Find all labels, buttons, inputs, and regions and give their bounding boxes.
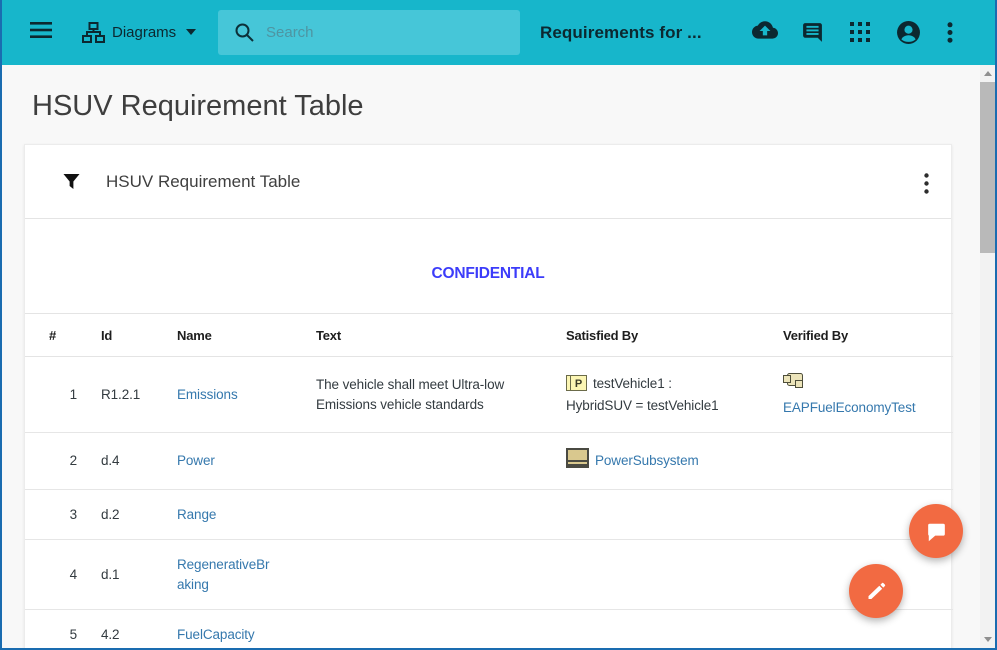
requirement-name-link[interactable]: Power bbox=[177, 453, 215, 468]
requirement-name-cell: Range bbox=[177, 489, 316, 540]
table-row: 4d.1RegenerativeBraking bbox=[25, 540, 953, 610]
hamburger-icon bbox=[30, 21, 52, 39]
filter-button[interactable] bbox=[63, 173, 80, 190]
chat-bubble-icon bbox=[924, 519, 949, 544]
requirement-name-link[interactable]: RegenerativeBraking bbox=[177, 557, 269, 592]
row-number: 4 bbox=[25, 540, 101, 610]
part-property-icon: P bbox=[566, 375, 587, 397]
card-header: HSUV Requirement Table bbox=[25, 145, 951, 219]
confidential-watermark: CONFIDENTIAL bbox=[432, 265, 545, 282]
row-number: 2 bbox=[25, 433, 101, 490]
menu-button[interactable] bbox=[30, 21, 52, 39]
vertical-scrollbar[interactable] bbox=[980, 65, 995, 648]
document-title: Requirements for ... bbox=[540, 0, 702, 65]
satisfied-by-cell bbox=[566, 540, 783, 610]
requirement-table-card: HSUV Requirement Table CONFIDENTIAL # I bbox=[24, 144, 952, 648]
requirement-name-link[interactable]: Range bbox=[177, 507, 216, 522]
verified-by-link[interactable]: EAPFuelEconomyTest bbox=[783, 400, 916, 415]
chevron-down-icon bbox=[186, 29, 196, 35]
satisfied-by-link[interactable]: PowerSubsystem bbox=[595, 453, 699, 468]
requirement-name-cell: Emissions bbox=[177, 357, 316, 433]
table-row: 54.2FuelCapacity bbox=[25, 610, 953, 649]
requirement-id: 4.2 bbox=[101, 610, 177, 649]
table-row: 3d.2Range bbox=[25, 489, 953, 540]
requirement-text: The vehicle shall meet Ultra-low Emissio… bbox=[316, 357, 566, 433]
overflow-menu-button[interactable] bbox=[947, 22, 953, 43]
row-number: 3 bbox=[25, 489, 101, 540]
requirement-text bbox=[316, 433, 566, 490]
col-header-verified-by: Verified By bbox=[783, 314, 953, 357]
col-header-name: Name bbox=[177, 314, 316, 357]
svg-text:P: P bbox=[575, 378, 582, 390]
diagrams-label: Diagrams bbox=[112, 24, 176, 41]
requirement-name-link[interactable]: Emissions bbox=[177, 387, 238, 402]
chat-icon bbox=[801, 21, 824, 44]
requirement-id: d.1 bbox=[101, 540, 177, 610]
card-title: HSUV Requirement Table bbox=[106, 172, 300, 192]
requirement-id: R1.2.1 bbox=[101, 357, 177, 433]
requirement-id: d.2 bbox=[101, 489, 177, 540]
scrollbar-thumb[interactable] bbox=[980, 82, 995, 253]
col-header-id: Id bbox=[101, 314, 177, 357]
card-menu-button[interactable] bbox=[922, 171, 931, 196]
search-icon bbox=[235, 23, 254, 42]
comments-button[interactable] bbox=[801, 21, 824, 44]
requirement-name-link[interactable]: FuelCapacity bbox=[177, 627, 255, 642]
filter-icon bbox=[63, 173, 80, 190]
satisfied-by-cell bbox=[566, 610, 783, 649]
satisfied-by-cell: PowerSubsystem bbox=[566, 433, 783, 490]
requirement-id: d.4 bbox=[101, 433, 177, 490]
requirement-name-cell: Power bbox=[177, 433, 316, 490]
col-header-number: # bbox=[25, 314, 101, 357]
top-app-bar: Diagrams Requirements for ... bbox=[2, 0, 995, 65]
page-content: HSUV Requirement Table HSUV Requirement … bbox=[2, 65, 995, 648]
requirement-name-cell: RegenerativeBraking bbox=[177, 540, 316, 610]
scroll-up-arrow[interactable] bbox=[984, 71, 992, 76]
table-header-row: # Id Name Text Satisfied By Verified By bbox=[25, 314, 953, 357]
cloud-upload-icon bbox=[752, 21, 778, 41]
edit-fab[interactable] bbox=[849, 564, 903, 618]
verified-by-cell: EAPFuelEconomyTest bbox=[783, 357, 953, 433]
verified-by-cell bbox=[783, 433, 953, 490]
kebab-icon bbox=[924, 173, 929, 194]
sitemap-icon bbox=[82, 22, 105, 43]
pencil-icon bbox=[865, 580, 887, 602]
scroll-down-arrow[interactable] bbox=[984, 637, 992, 642]
table-row: 2d.4Power PowerSubsystem bbox=[25, 433, 953, 490]
cloud-upload-button[interactable] bbox=[752, 21, 778, 41]
requirements-table: # Id Name Text Satisfied By Verified By … bbox=[25, 313, 953, 648]
table-row: 1R1.2.1Emissions The vehicle shall meet U… bbox=[25, 357, 953, 433]
requirement-text bbox=[316, 489, 566, 540]
page-title: HSUV Requirement Table bbox=[32, 90, 995, 122]
col-header-satisfied-by: Satisfied By bbox=[566, 314, 783, 357]
watermark-band: CONFIDENTIAL bbox=[25, 219, 951, 313]
account-button[interactable] bbox=[896, 20, 921, 45]
row-number: 1 bbox=[25, 357, 101, 433]
apps-grid-button[interactable] bbox=[850, 22, 870, 42]
more-vert-icon bbox=[947, 22, 953, 43]
requirement-name-cell: FuelCapacity bbox=[177, 610, 316, 649]
search-bar[interactable] bbox=[218, 10, 520, 55]
satisfied-by-cell bbox=[566, 489, 783, 540]
satisfied-by-text: testVehicle1 : HybridSUV = testVehicle1 bbox=[566, 376, 719, 414]
search-input[interactable] bbox=[266, 24, 506, 41]
row-number: 5 bbox=[25, 610, 101, 649]
diagrams-dropdown[interactable]: Diagrams bbox=[82, 16, 196, 48]
col-header-text: Text bbox=[316, 314, 566, 357]
block-icon bbox=[566, 448, 589, 474]
satisfied-by-cell: PtestVehicle1 : HybridSUV = testVehicle1 bbox=[566, 357, 783, 433]
requirement-text bbox=[316, 610, 566, 649]
test-case-icon bbox=[783, 372, 953, 396]
account-circle-icon bbox=[896, 20, 921, 45]
requirement-text bbox=[316, 540, 566, 610]
comments-fab[interactable] bbox=[909, 504, 963, 558]
apps-grid-icon bbox=[850, 22, 870, 42]
